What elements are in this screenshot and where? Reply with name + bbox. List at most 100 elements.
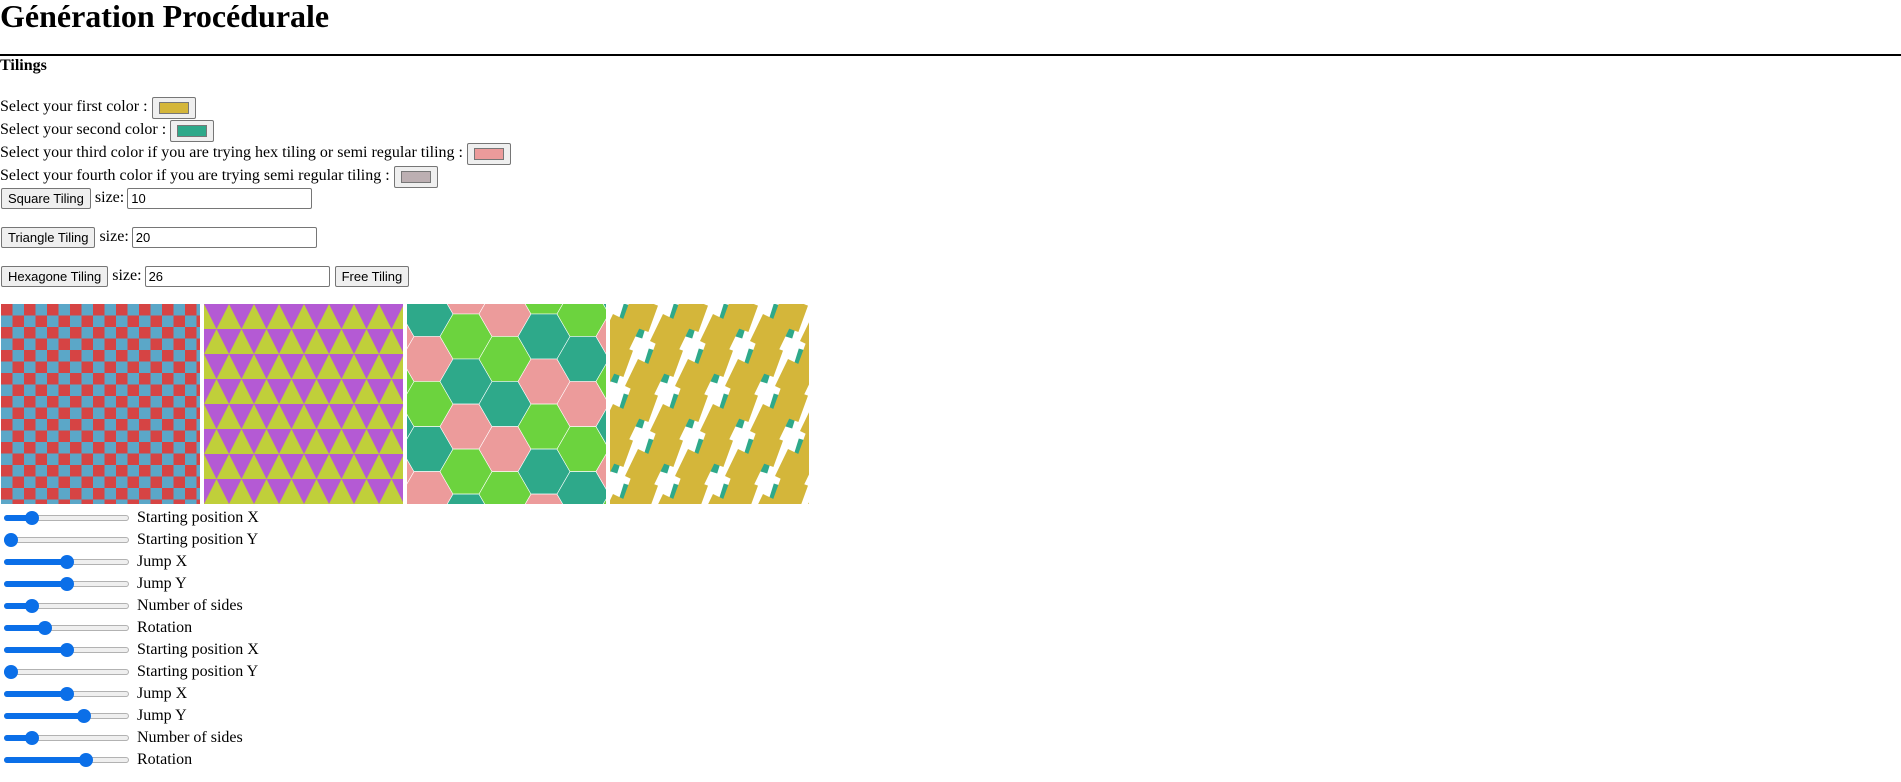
square-tile [173, 338, 186, 351]
second-color-label: Select your second color : [0, 121, 167, 138]
slider-fill [4, 713, 85, 719]
first-color-picker[interactable] [151, 96, 196, 119]
square-tile [12, 465, 25, 477]
square-tile [58, 373, 71, 385]
range-slider[interactable] [0, 573, 129, 595]
square-tile [58, 338, 71, 351]
square-tile [47, 499, 59, 504]
square-tile [173, 396, 186, 408]
square-tile [139, 361, 151, 374]
square-tile [116, 476, 128, 489]
triangle-size-input[interactable] [131, 226, 317, 248]
slider-thumb[interactable] [59, 643, 74, 657]
slider-thumb[interactable] [79, 753, 94, 767]
hexagon-size-label: size: [112, 267, 142, 284]
square-tile [93, 419, 105, 431]
free-tiling-button[interactable]: Free Tiling [334, 265, 410, 287]
range-slider[interactable] [0, 705, 129, 727]
square-tile [127, 350, 140, 362]
slider-label: Rotation [137, 751, 193, 768]
square-tile [150, 430, 163, 443]
square-tile [70, 419, 82, 431]
triangle-row: Triangle Tiling size: [0, 226, 1901, 248]
slider-thumb[interactable] [77, 709, 92, 723]
square-tile [162, 442, 174, 454]
range-slider[interactable] [0, 529, 129, 551]
square-tile [150, 453, 163, 466]
square-tile [12, 476, 25, 489]
third-color-picker[interactable] [467, 142, 511, 165]
hexagon-tiling-button[interactable]: Hexagone Tiling [1, 265, 109, 287]
square-tile [70, 361, 82, 374]
square-tile [150, 338, 163, 351]
square-tile [70, 350, 82, 362]
square-tile [12, 499, 25, 504]
square-tile [81, 465, 94, 477]
square-tile [47, 407, 59, 420]
slider-thumb[interactable] [25, 511, 40, 525]
square-tile [35, 315, 48, 328]
square-tile [173, 304, 186, 316]
square-tile [104, 373, 117, 385]
slider-thumb[interactable] [38, 621, 53, 635]
square-tile [70, 315, 82, 328]
range-slider[interactable] [0, 551, 129, 573]
second-color-picker[interactable] [170, 119, 215, 142]
square-tile [58, 407, 71, 420]
slider-thumb[interactable] [59, 555, 74, 569]
square-tile [81, 338, 94, 351]
square-tile [93, 361, 105, 374]
square-tile [196, 430, 200, 443]
slider-thumb[interactable] [25, 599, 40, 613]
range-slider[interactable] [0, 595, 129, 617]
square-tile [150, 350, 163, 362]
slider-thumb[interactable] [59, 577, 74, 591]
square-tile [58, 488, 71, 500]
square-tile [104, 384, 117, 397]
square-tile [1, 396, 13, 408]
square-tile [127, 465, 140, 477]
square-tile [12, 304, 25, 316]
first-color-label: Select your first color : [0, 98, 148, 115]
square-tile [162, 488, 174, 500]
square-tile [12, 430, 25, 443]
square-tile [116, 315, 128, 328]
range-slider[interactable] [0, 661, 129, 683]
slider-label: Rotation [137, 619, 193, 636]
fourth-color-picker[interactable] [393, 165, 438, 188]
square-tile [81, 430, 94, 443]
slider-thumb[interactable] [4, 665, 18, 679]
square-size-label: size: [94, 189, 125, 206]
square-tile [47, 430, 59, 443]
square-tile [104, 315, 117, 328]
square-tile [93, 396, 105, 408]
square-tile [81, 419, 94, 431]
slider-thumb[interactable] [4, 533, 18, 547]
square-tile [150, 327, 163, 339]
square-tile [173, 407, 186, 420]
square-tile [93, 430, 105, 443]
square-size-input[interactable] [127, 187, 313, 209]
slider-thumb[interactable] [25, 731, 40, 745]
square-row: Square Tiling size: [0, 187, 1901, 209]
range-slider[interactable] [0, 507, 129, 529]
triangle-tiling-button[interactable]: Triangle Tiling [1, 226, 96, 248]
range-slider[interactable] [0, 683, 129, 705]
slider-thumb[interactable] [59, 687, 74, 701]
square-tile [47, 361, 59, 374]
range-slider[interactable] [0, 749, 129, 771]
square-tile [70, 465, 82, 477]
hexagon-size-input[interactable] [144, 265, 330, 287]
square-tile [12, 315, 25, 328]
square-tile [93, 407, 105, 420]
square-tiling-button[interactable]: Square Tiling [1, 187, 91, 209]
first-color-swatch [158, 101, 189, 114]
square-tile [162, 338, 174, 351]
square-tile [162, 419, 174, 431]
range-slider[interactable] [0, 639, 129, 661]
square-tile [12, 384, 25, 397]
square-tile [35, 304, 48, 316]
range-slider[interactable] [0, 727, 129, 749]
range-slider[interactable] [0, 617, 129, 639]
slider-label: Number of sides [137, 597, 243, 614]
